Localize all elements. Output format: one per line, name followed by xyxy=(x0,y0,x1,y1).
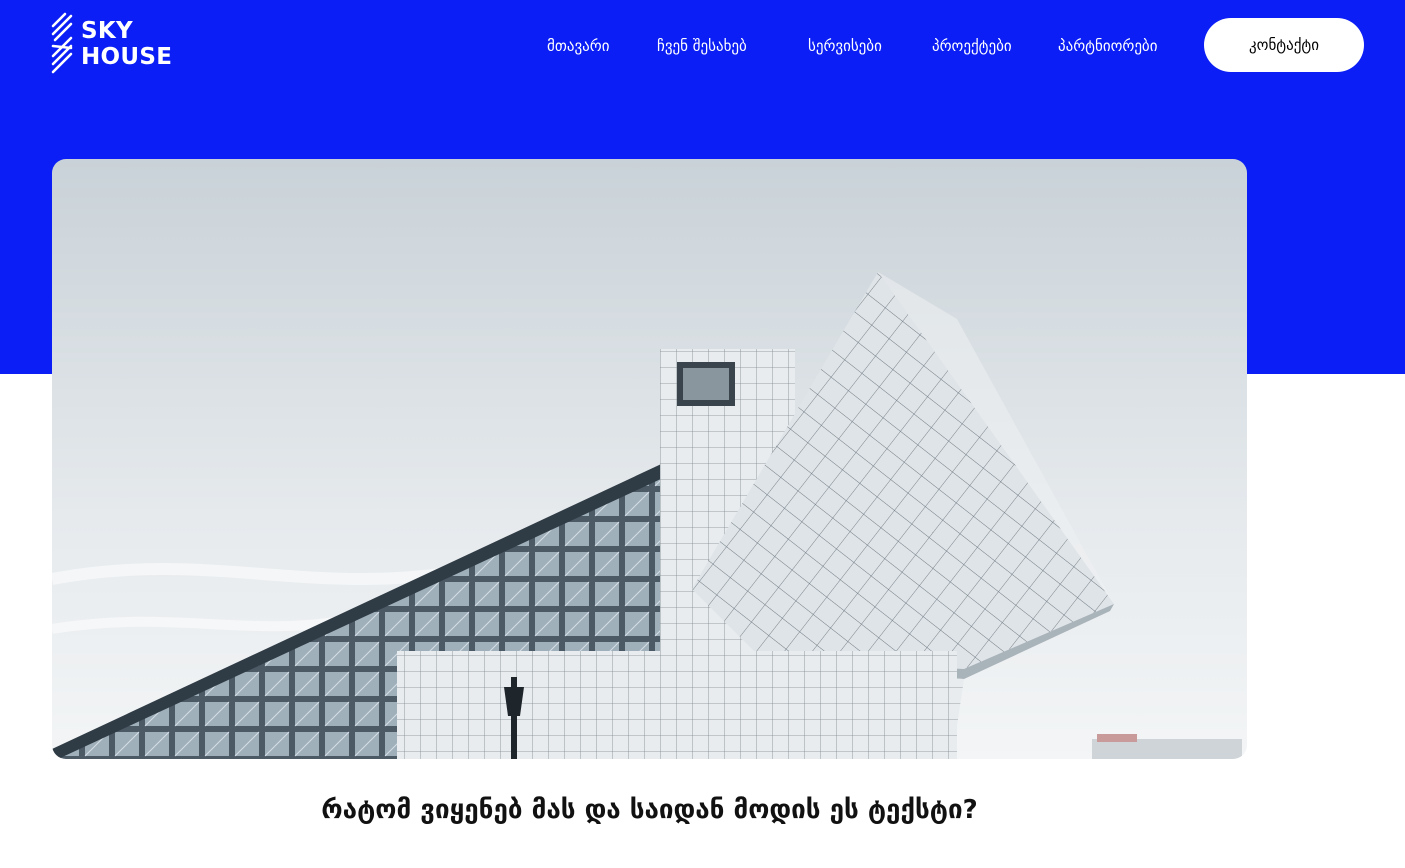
hero-image xyxy=(52,159,1247,759)
nav-item-projects[interactable]: პროექტები xyxy=(932,34,1012,58)
contact-button[interactable]: კონტაქტი xyxy=(1204,18,1364,72)
article-title: რატომ ვიყენებ მას და საიდან მოდის ეს ტექ… xyxy=(321,795,978,825)
nav-item-about[interactable]: ჩვენ შესახებ xyxy=(657,34,747,58)
main-navigation: მთავარი ჩვენ შესახებ სერვისები პროექტები… xyxy=(0,34,1405,58)
building-photo xyxy=(52,159,1247,759)
nav-item-partners[interactable]: პარტნიორები xyxy=(1058,34,1157,58)
nav-item-home[interactable]: მთავარი xyxy=(547,34,609,58)
nav-item-services[interactable]: სერვისები xyxy=(808,34,882,58)
